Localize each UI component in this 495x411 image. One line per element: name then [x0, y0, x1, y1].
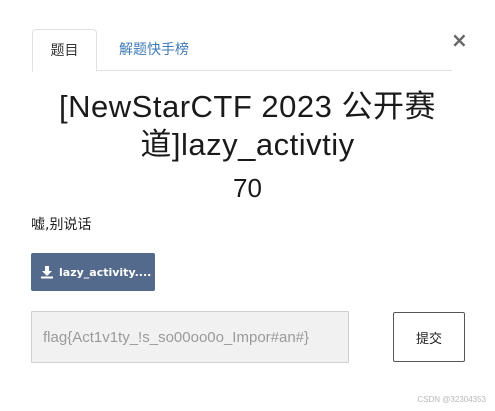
tab-leaderboard[interactable]: 解题快手榜 [113, 29, 195, 71]
download-label: lazy_activity.... [59, 265, 152, 279]
challenge-points: 70 [233, 173, 262, 203]
close-icon[interactable]: × [451, 29, 468, 51]
challenge-description: 嘘,别说话 [31, 217, 92, 233]
download-attachment-button[interactable]: lazy_activity.... [31, 253, 155, 291]
download-icon [41, 266, 53, 279]
submit-button[interactable]: 提交 [393, 312, 465, 362]
tab-challenge[interactable]: 题目 [32, 29, 97, 72]
flag-input[interactable] [31, 311, 349, 363]
challenge-tabs: 题目 解题快手榜 [32, 29, 452, 72]
challenge-title: [NewStarCTF 2023 公开赛道]lazy_activtiy [59, 89, 436, 162]
watermark: CSDN @32304353 [417, 395, 486, 404]
